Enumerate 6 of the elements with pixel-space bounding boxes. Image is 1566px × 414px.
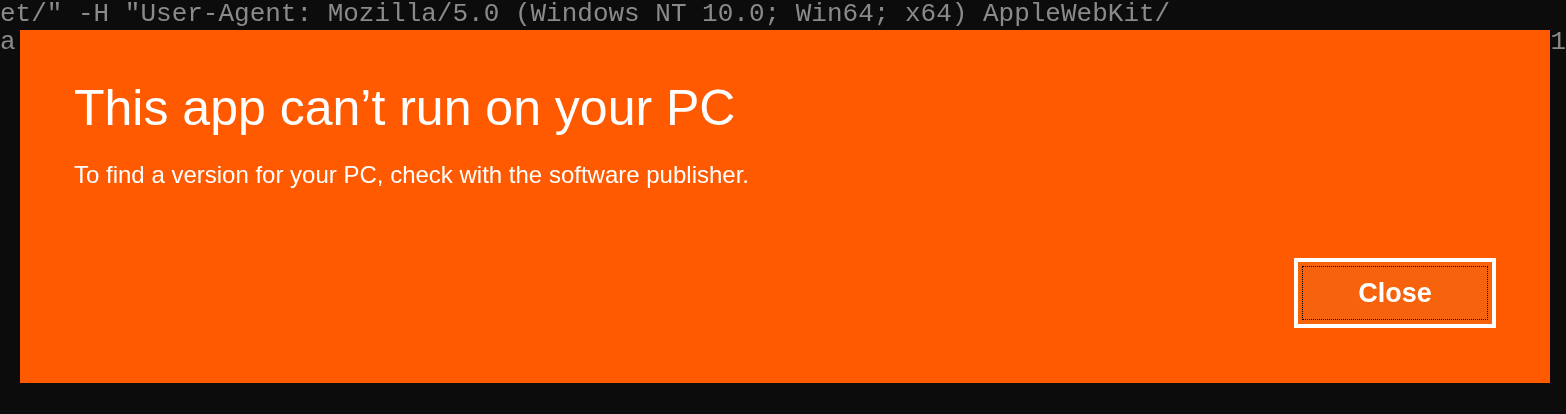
terminal-text: a (0, 28, 16, 56)
dialog-title: This app can’t run on your PC (74, 79, 736, 138)
terminal-text: 1 (1550, 28, 1566, 56)
close-button[interactable]: Close (1294, 258, 1496, 328)
terminal-text: et/" -H "User-Agent: Mozilla/5.0 (Windows NT 10.0; Win64; x64) AppleWebKit/ (0, 0, 1171, 28)
dialog-message: To find a version for your PC, check with the software publisher. (74, 160, 749, 190)
